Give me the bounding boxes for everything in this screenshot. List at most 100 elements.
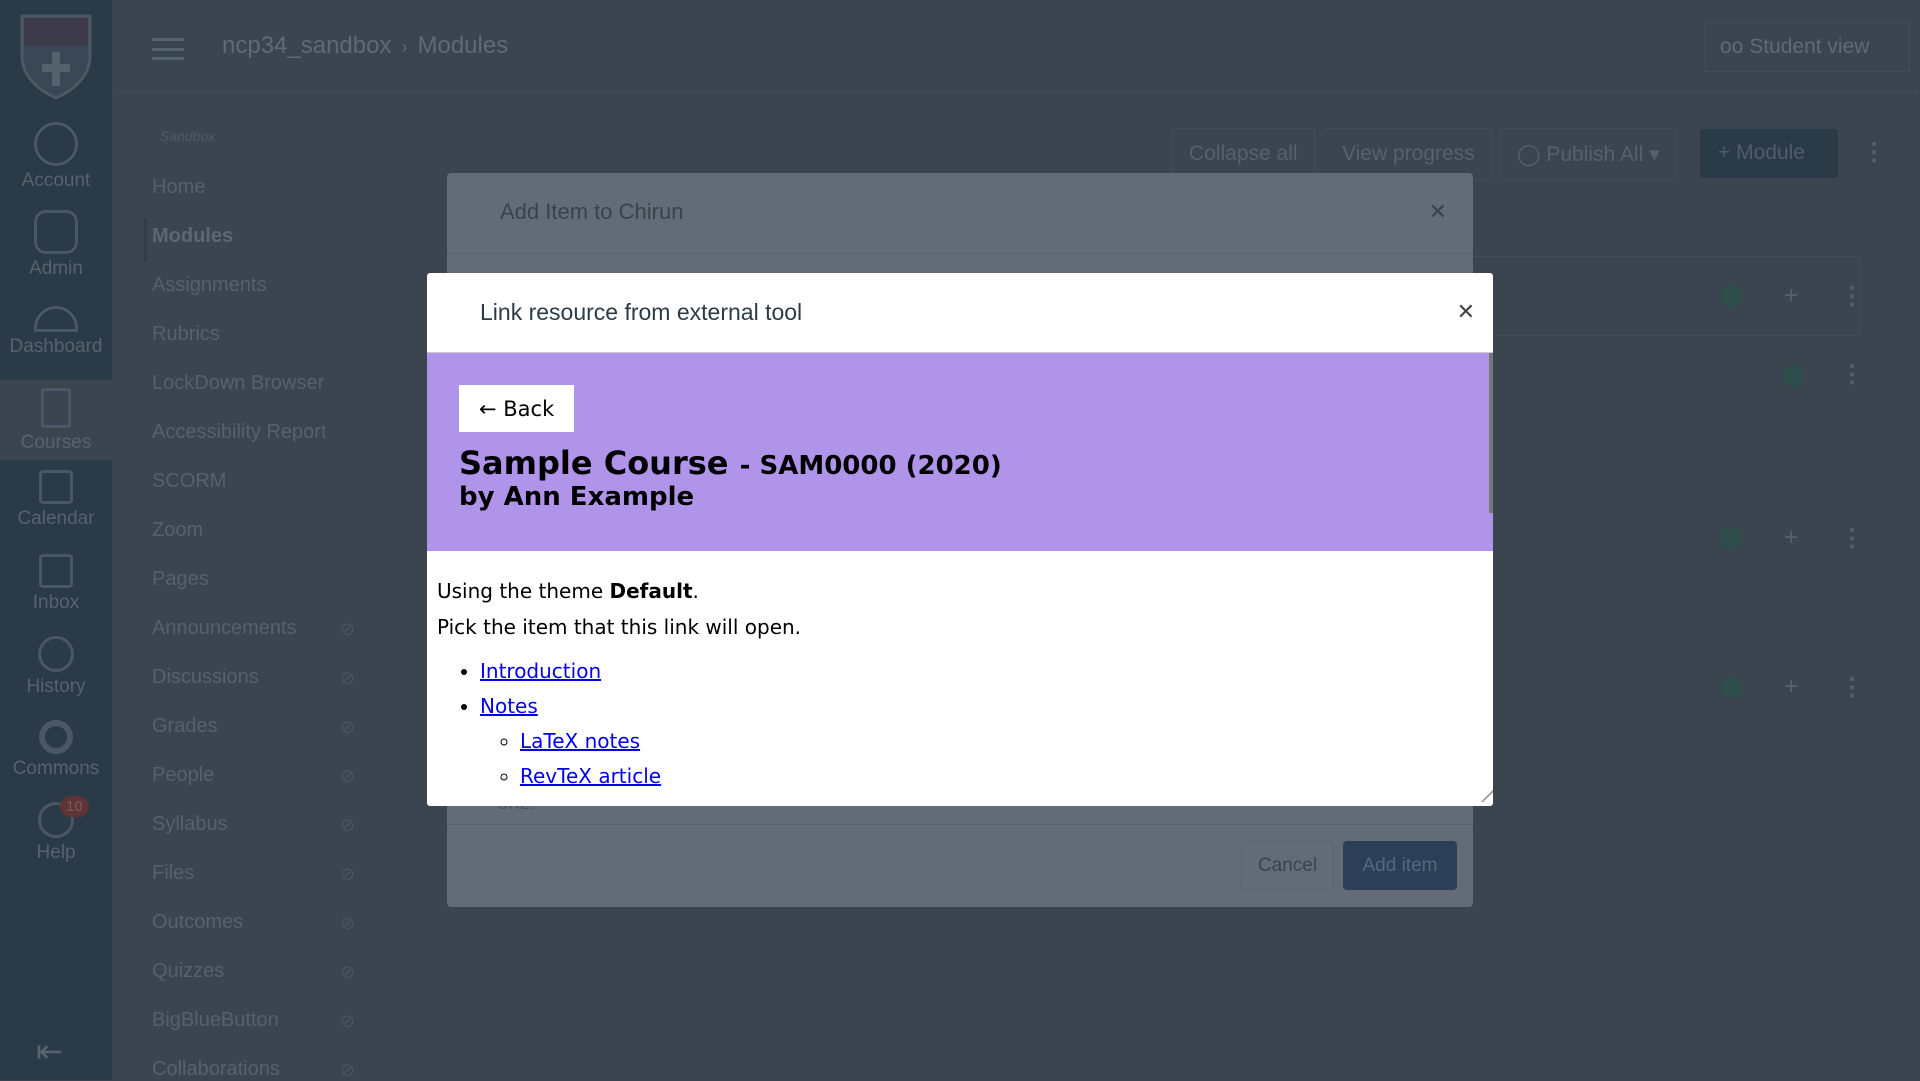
nav-dashboard[interactable]: Dashboard: [0, 306, 112, 380]
nav-history[interactable]: History: [0, 636, 112, 698]
course-nav-item[interactable]: Accessibility Report: [152, 421, 362, 444]
link-resource-dialog: Link resource from external tool ✕ ← Bac…: [427, 273, 1493, 806]
course-nav-item[interactable]: Announcements: [152, 617, 362, 640]
divider: [447, 824, 1473, 825]
module-more-icon[interactable]: ⋮: [1840, 282, 1864, 311]
active-indicator: [144, 218, 147, 262]
module-more-icon[interactable]: ⋮: [1840, 524, 1864, 553]
course-nav-item[interactable]: Pages: [152, 568, 362, 591]
hidden-eye-icon: ⊘: [340, 1060, 356, 1080]
scrollbar[interactable]: [1489, 353, 1493, 513]
more-options-icon[interactable]: ⋮: [1862, 138, 1886, 167]
course-nav-item[interactable]: Collaborations: [152, 1058, 362, 1081]
add-item-plus-icon[interactable]: +: [1784, 282, 1798, 310]
list-item: LaTeX notes: [520, 729, 1483, 753]
courses-icon: [41, 388, 71, 428]
link-notes[interactable]: Notes: [480, 694, 538, 718]
dialog-body: Using the theme Default. Pick the item t…: [427, 551, 1493, 806]
hidden-eye-icon: ⊘: [340, 815, 356, 835]
link-introduction[interactable]: Introduction: [480, 659, 601, 683]
account-icon: [34, 122, 78, 166]
add-item-plus-icon[interactable]: +: [1784, 673, 1798, 701]
course-nav-item[interactable]: People: [152, 764, 362, 787]
hidden-eye-icon: ⊘: [340, 619, 356, 639]
publish-all-button[interactable]: ◯ Publish All ▾: [1500, 128, 1677, 180]
publish-icon: ◯: [1517, 143, 1547, 166]
nav-calendar[interactable]: Calendar: [0, 470, 112, 530]
glasses-icon: oo: [1720, 35, 1750, 58]
inbox-icon: [39, 554, 73, 588]
admin-icon: [34, 210, 78, 254]
student-view-button[interactable]: oo Student view: [1705, 22, 1910, 72]
nav-admin[interactable]: Admin: [0, 210, 112, 280]
course-nav-item[interactable]: SCORM: [152, 470, 362, 493]
course-nav-item[interactable]: BigBlueButton: [152, 1009, 362, 1032]
instruction-text: Pick the item that this link will open.: [437, 615, 802, 639]
nav-commons[interactable]: Commons: [0, 720, 112, 780]
published-check-icon[interactable]: [1720, 676, 1742, 698]
course-nav-item[interactable]: LockDown Browser: [152, 372, 362, 395]
course-nav-item[interactable]: Syllabus: [152, 813, 362, 836]
list-item: Notes LaTeX notes RevTeX article: [480, 694, 1483, 788]
course-nav-item[interactable]: Quizzes: [152, 960, 362, 983]
breadcrumb-course[interactable]: ncp34_sandbox: [222, 32, 391, 59]
header-divider: [118, 92, 1918, 93]
link-revtex-article[interactable]: RevTeX article: [520, 764, 661, 788]
hidden-eye-icon: ⊘: [340, 717, 356, 737]
list-item: RevTeX article: [520, 764, 1483, 788]
commons-icon: [39, 720, 73, 754]
breadcrumb-separator-icon: ›: [401, 37, 408, 57]
hidden-eye-icon: ⊘: [340, 913, 356, 933]
dialog-header: Link resource from external tool ✕: [427, 273, 1493, 353]
nav-help[interactable]: 10 Help: [0, 796, 112, 864]
university-logo[interactable]: [18, 12, 94, 100]
link-latex-notes[interactable]: LaTeX notes: [520, 729, 640, 753]
course-title: Sample Course - SAM0000 (2020): [459, 444, 1002, 482]
hamburger-menu-icon[interactable]: [152, 38, 184, 60]
course-nav-item[interactable]: Zoom: [152, 519, 362, 542]
calendar-icon: [39, 470, 73, 504]
help-badge: 10: [60, 796, 89, 817]
add-item-dialog-title: Add Item to Chirun: [500, 199, 684, 224]
cancel-button[interactable]: Cancel: [1241, 841, 1334, 890]
list-item: Introduction: [480, 659, 1483, 683]
close-icon[interactable]: ✕: [1429, 199, 1447, 225]
course-nav-item[interactable]: Grades: [152, 715, 362, 738]
global-nav: Account Admin Dashboard Courses Calendar…: [0, 0, 112, 1080]
add-module-button[interactable]: + Module: [1700, 129, 1838, 178]
nav-account[interactable]: Account: [0, 122, 112, 192]
add-item-button[interactable]: Add item: [1343, 841, 1457, 890]
dialog-title: Link resource from external tool: [480, 299, 803, 325]
course-nav-item[interactable]: Files: [152, 862, 362, 885]
course-nav-item[interactable]: Outcomes: [152, 911, 362, 934]
course-nav-item[interactable]: Assignments: [152, 274, 362, 297]
back-button[interactable]: ← Back: [459, 385, 575, 432]
course-author: by Ann Example: [459, 482, 695, 512]
course-nav-item[interactable]: Discussions: [152, 666, 362, 689]
dashboard-icon: [34, 306, 78, 332]
hidden-eye-icon: ⊘: [340, 864, 356, 884]
collapse-nav-icon[interactable]: ⇤: [36, 1032, 63, 1070]
nav-inbox[interactable]: Inbox: [0, 554, 112, 614]
published-check-icon[interactable]: [1720, 527, 1742, 549]
hidden-eye-icon: ⊘: [340, 766, 356, 786]
course-term: Sandbox: [160, 128, 216, 144]
hidden-eye-icon: ⊘: [340, 1011, 356, 1031]
nav-courses[interactable]: Courses: [0, 380, 112, 460]
item-list: Introduction Notes LaTeX notes RevTeX ar…: [480, 659, 1483, 788]
published-check-icon[interactable]: [1720, 285, 1742, 307]
module-more-icon[interactable]: ⋮: [1840, 673, 1864, 702]
course-nav-item[interactable]: Modules: [152, 225, 362, 248]
breadcrumb: ncp34_sandbox › Modules: [222, 32, 508, 60]
course-nav-item[interactable]: Rubrics: [152, 323, 362, 346]
chevron-down-icon: ▾: [1643, 143, 1660, 166]
breadcrumb-page: Modules: [417, 32, 509, 59]
published-check-icon[interactable]: [1782, 365, 1804, 387]
course-nav-item[interactable]: Home: [152, 176, 362, 199]
hidden-eye-icon: ⊘: [340, 962, 356, 982]
add-item-plus-icon[interactable]: +: [1784, 524, 1798, 552]
close-icon[interactable]: ✕: [1457, 299, 1475, 325]
item-more-icon[interactable]: ⋮: [1840, 360, 1864, 389]
hidden-eye-icon: ⊘: [340, 668, 356, 688]
theme-text: Using the theme Default.: [437, 579, 699, 603]
